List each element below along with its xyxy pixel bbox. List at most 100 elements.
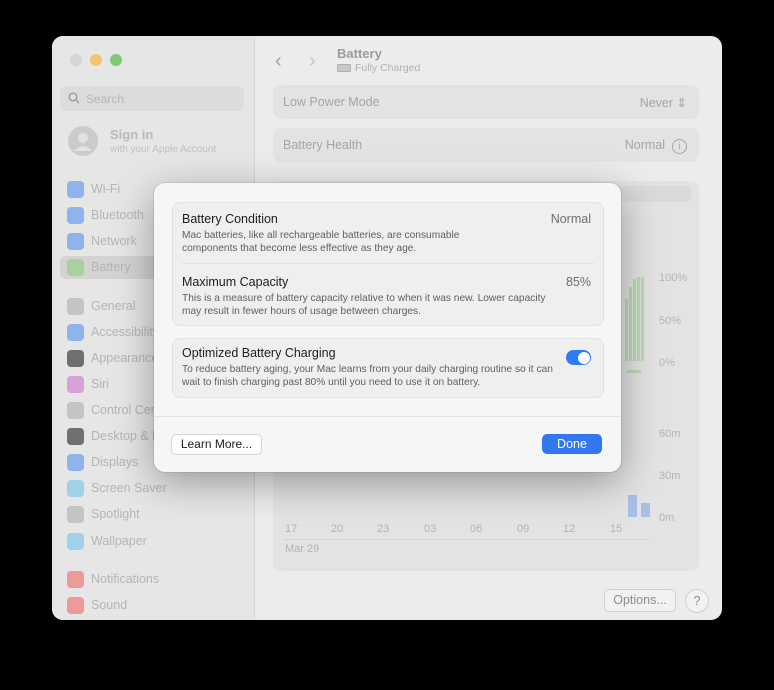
stepper-icon: ⇕ — [676, 96, 687, 110]
avatar — [68, 126, 98, 156]
sidebar-item-label: Bluetooth — [91, 208, 144, 222]
search-icon — [68, 92, 80, 104]
usage-bar — [641, 503, 650, 517]
sidebar-item-label: Wi-Fi — [91, 182, 121, 196]
sidebar-item-wallpaper[interactable]: Wallpaper — [60, 530, 246, 553]
options-button[interactable]: Options... — [604, 589, 676, 612]
battery-level-bar — [641, 277, 644, 361]
notifications-icon — [67, 571, 84, 588]
usage-axis-0m: 0m — [659, 512, 675, 524]
sound-icon — [67, 597, 84, 614]
sidebar-item-label: Siri — [91, 377, 110, 391]
sidebar-item-label: Accessibility — [91, 325, 160, 339]
optimized-charging-title: Optimized Battery Charging — [182, 346, 336, 360]
info-icon[interactable]: i — [672, 139, 687, 154]
sidebar-item-label: Sound — [91, 598, 128, 612]
sidebar-item-label: Battery — [91, 260, 131, 274]
toggle-knob — [577, 351, 590, 364]
person-icon — [74, 133, 92, 151]
displays-icon — [67, 454, 84, 471]
battery-condition-value: Normal — [550, 212, 591, 226]
battery-icon — [337, 64, 351, 73]
account-title: Sign in — [110, 127, 154, 142]
sidebar-item-label: Notifications — [91, 572, 160, 586]
bluetooth-icon — [67, 207, 84, 224]
dock-icon — [67, 428, 84, 445]
learn-more-button[interactable]: Learn More... — [171, 434, 262, 455]
time-axis-label: 03 — [424, 523, 437, 535]
date-label: Mar 29 — [285, 543, 320, 555]
battery-health-label: Battery Health — [283, 138, 363, 152]
sidebar-item-notifications[interactable]: Notifications — [60, 568, 246, 591]
battery-icon — [67, 259, 84, 276]
battery-info-group: Battery Condition Normal Mac batteries, … — [172, 202, 604, 326]
battery-condition-title: Battery Condition — [182, 212, 278, 226]
usage-axis-30m: 30m — [659, 470, 681, 482]
back-button[interactable]: ‹ — [275, 50, 282, 73]
page-subtitle: Fully Charged — [337, 62, 420, 74]
minimize-window-button[interactable] — [90, 54, 102, 66]
sheet-divider — [154, 416, 621, 417]
sidebar-item-label: Displays — [91, 455, 139, 469]
battery-level-bar — [625, 299, 628, 361]
usage-axis-60m: 60m — [659, 428, 681, 440]
usage-bar — [628, 495, 637, 517]
accessibility-icon — [67, 324, 84, 341]
battery-health-value: Normal i — [625, 138, 687, 154]
page-title: Battery — [337, 46, 382, 61]
maximum-capacity-desc: This is a measure of battery capacity re… — [182, 293, 546, 317]
done-button[interactable]: Done — [542, 434, 602, 454]
time-axis-label: 23 — [377, 523, 390, 535]
close-window-button[interactable] — [70, 54, 82, 66]
account-subtitle: with your Apple Account — [110, 144, 217, 155]
help-button[interactable]: ? — [685, 589, 709, 613]
sidebar-item-label: Network — [91, 234, 137, 248]
battery-level-bar — [629, 287, 632, 361]
level-axis-100: 100% — [659, 272, 688, 284]
divider — [182, 263, 594, 264]
battery-level-bar — [633, 279, 636, 361]
sidebar-item-sound[interactable]: Sound — [60, 594, 246, 617]
search-placeholder: Search — [86, 92, 125, 106]
time-axis-label: 06 — [470, 523, 483, 535]
sidebar-item-label: Wallpaper — [91, 534, 147, 548]
time-axis-label: 20 — [331, 523, 344, 535]
optimized-charging-group: Optimized Battery Charging To reduce bat… — [172, 338, 604, 398]
search-field[interactable]: Search — [60, 86, 244, 111]
wallpaper-icon — [67, 533, 84, 550]
low-power-mode-row[interactable]: Low Power Mode Never ⇕ — [273, 85, 699, 119]
optimized-charging-toggle[interactable] — [566, 350, 591, 365]
battery-condition-desc: Mac batteries, like all rechargeable bat… — [182, 230, 460, 254]
low-power-value[interactable]: Never ⇕ — [640, 95, 687, 110]
optimized-charging-desc: To reduce battery aging, your Mac learns… — [182, 364, 553, 388]
time-axis-label: 12 — [563, 523, 576, 535]
battery-level-floor — [627, 370, 641, 373]
usage-baseline — [283, 539, 649, 540]
charge-status: Fully Charged — [355, 62, 421, 74]
zoom-window-button[interactable] — [110, 54, 122, 66]
maximum-capacity-title: Maximum Capacity — [182, 275, 289, 289]
sidebar-item-label: Appearance — [91, 351, 159, 365]
battery-level-bar — [637, 277, 640, 361]
maximum-capacity-value: 85% — [565, 275, 591, 289]
level-axis-0: 0% — [659, 357, 675, 369]
gear-icon — [67, 298, 84, 315]
battery-health-row: Battery Health Normal i — [273, 128, 699, 162]
time-axis-label: 15 — [610, 523, 623, 535]
sidebar-item-spotlight[interactable]: Spotlight — [60, 503, 246, 526]
sidebar-item-label: Screen Saver — [91, 481, 167, 495]
wifi-icon — [67, 181, 84, 198]
spotlight-icon — [67, 506, 84, 523]
low-power-label: Low Power Mode — [283, 95, 380, 109]
sidebar-item-label: Spotlight — [91, 507, 140, 521]
appearance-icon — [67, 350, 84, 367]
time-axis-label: 17 — [285, 523, 298, 535]
time-axis-label: 09 — [517, 523, 530, 535]
battery-health-sheet: Battery Condition Normal Mac batteries, … — [154, 183, 621, 472]
level-axis-50: 50% — [659, 315, 682, 327]
control-center-icon — [67, 402, 84, 419]
screen-saver-icon — [67, 480, 84, 497]
forward-button[interactable]: › — [309, 50, 316, 73]
sidebar-item-screen-saver[interactable]: Screen Saver — [60, 477, 246, 500]
globe-icon — [67, 233, 84, 250]
